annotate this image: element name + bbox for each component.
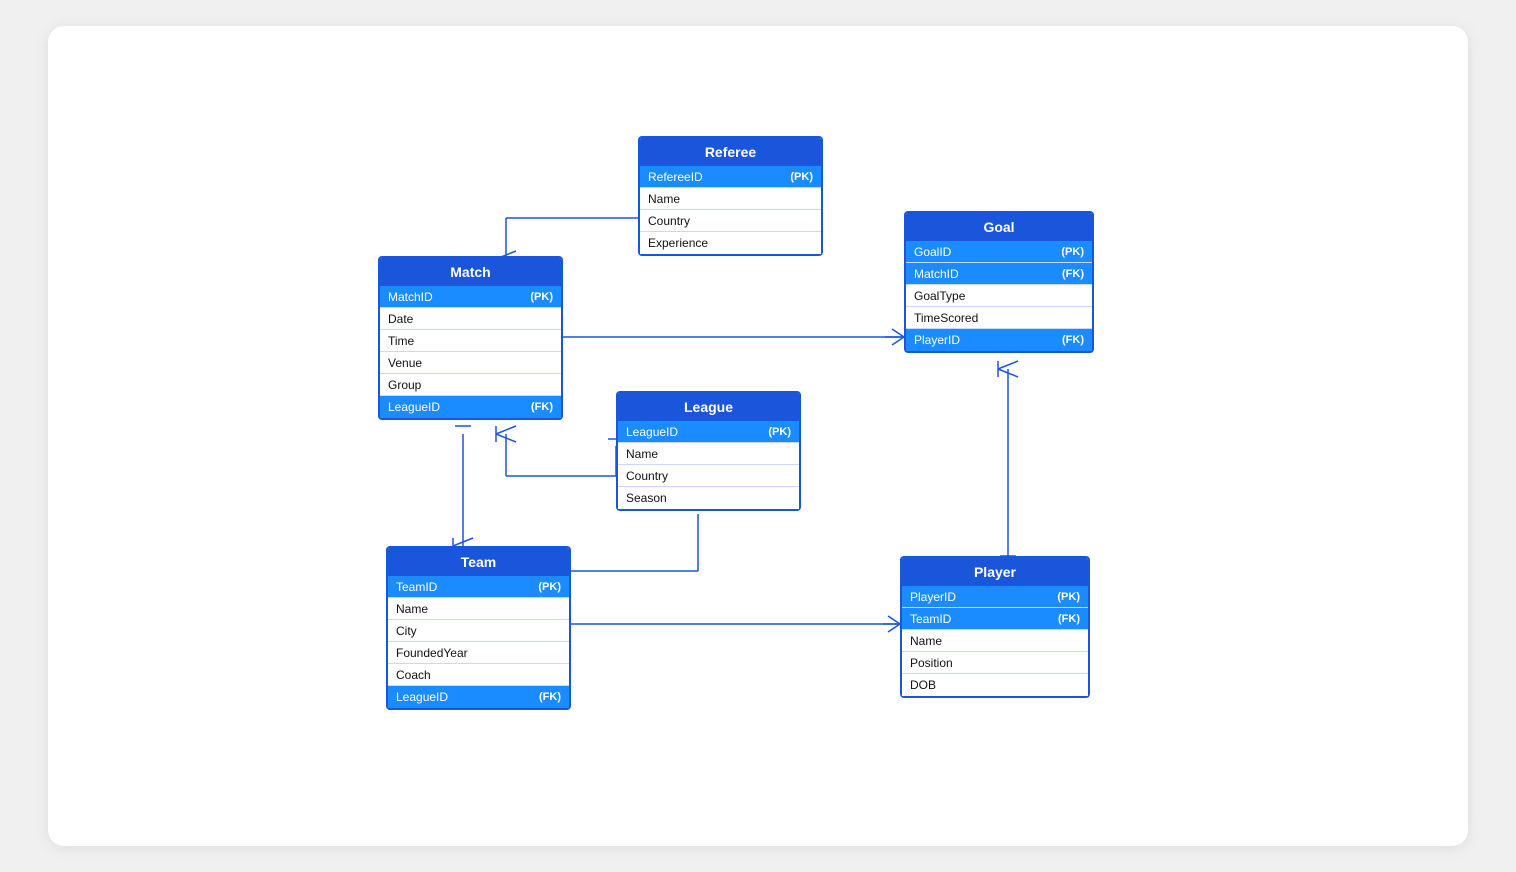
match-field-venue: Venue xyxy=(380,352,561,374)
league-field-name: Name xyxy=(618,443,799,465)
player-field-position: Position xyxy=(902,652,1088,674)
match-field-time: Time xyxy=(380,330,561,352)
team-field-leagueid: LeagueID (FK) xyxy=(388,686,569,708)
match-field-matchid: MatchID (PK) xyxy=(380,286,561,308)
team-field-teamid: TeamID (PK) xyxy=(388,576,569,598)
entity-league-header: League xyxy=(618,393,799,421)
league-field-season: Season xyxy=(618,487,799,509)
er-diagram-canvas: Referee RefereeID (PK) Name Country Expe… xyxy=(48,26,1468,846)
entity-player-header: Player xyxy=(902,558,1088,586)
goal-field-goalid: GoalID (PK) xyxy=(906,241,1092,263)
entity-goal: Goal GoalID (PK) MatchID (FK) GoalType T… xyxy=(904,211,1094,353)
league-field-leagueid: LeagueID (PK) xyxy=(618,421,799,443)
entity-referee-header: Referee xyxy=(640,138,821,166)
player-field-teamid: TeamID (FK) xyxy=(902,608,1088,630)
goal-field-matchid: MatchID (FK) xyxy=(906,263,1092,285)
referee-field-name: Name xyxy=(640,188,821,210)
team-field-coach: Coach xyxy=(388,664,569,686)
goal-field-timescored: TimeScored xyxy=(906,307,1092,329)
referee-field-refereeid: RefereeID (PK) xyxy=(640,166,821,188)
goal-field-playerid: PlayerID (FK) xyxy=(906,329,1092,351)
team-field-name: Name xyxy=(388,598,569,620)
player-field-dob: DOB xyxy=(902,674,1088,696)
referee-field-country: Country xyxy=(640,210,821,232)
entity-team-header: Team xyxy=(388,548,569,576)
entity-team: Team TeamID (PK) Name City FoundedYear C… xyxy=(386,546,571,710)
team-field-city: City xyxy=(388,620,569,642)
player-field-playerid: PlayerID (PK) xyxy=(902,586,1088,608)
player-field-name: Name xyxy=(902,630,1088,652)
entity-referee: Referee RefereeID (PK) Name Country Expe… xyxy=(638,136,823,256)
entity-goal-header: Goal xyxy=(906,213,1092,241)
match-field-leagueid: LeagueID (FK) xyxy=(380,396,561,418)
entity-player: Player PlayerID (PK) TeamID (FK) Name Po… xyxy=(900,556,1090,698)
team-field-foundedyear: FoundedYear xyxy=(388,642,569,664)
match-field-group: Group xyxy=(380,374,561,396)
match-field-date: Date xyxy=(380,308,561,330)
entity-league: League LeagueID (PK) Name Country Season xyxy=(616,391,801,511)
goal-field-goaltype: GoalType xyxy=(906,285,1092,307)
league-field-country: Country xyxy=(618,465,799,487)
entity-match: Match MatchID (PK) Date Time Venue Group… xyxy=(378,256,563,420)
entity-match-header: Match xyxy=(380,258,561,286)
referee-field-experience: Experience xyxy=(640,232,821,254)
